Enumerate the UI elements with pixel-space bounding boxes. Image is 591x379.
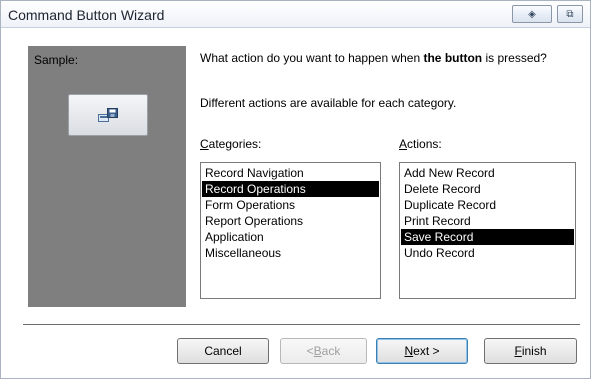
- save-record-icon: [98, 108, 118, 122]
- question-text: What action do you want to happen when t…: [200, 51, 560, 65]
- back-label-accel: B: [313, 344, 322, 358]
- finish-label-rest: inish: [521, 344, 547, 358]
- actions-label: Actions:: [399, 137, 442, 151]
- sample-button-preview: [68, 94, 148, 136]
- category-item-selected[interactable]: Record Operations: [202, 181, 379, 197]
- next-label-accel: N: [404, 344, 414, 358]
- wizard-window: Command Button Wizard ◈ ⧉ Sample: What a…: [0, 0, 591, 379]
- restore-button[interactable]: ⧉: [557, 5, 583, 23]
- restore-icon: ⧉: [566, 8, 574, 20]
- window-title: Command Button Wizard: [8, 7, 165, 23]
- sample-panel: Sample:: [28, 46, 186, 307]
- title-bar[interactable]: Command Button Wizard ◈ ⧉: [1, 1, 590, 28]
- back-label-pre: <: [306, 344, 314, 358]
- category-item[interactable]: Application: [202, 229, 379, 245]
- action-item[interactable]: Delete Record: [401, 181, 574, 197]
- back-label-rest: ack: [321, 344, 341, 358]
- next-label-rest: ext >: [413, 344, 440, 358]
- help-icon: ◈: [528, 8, 536, 20]
- actions-listbox[interactable]: Add New Record Delete Record Duplicate R…: [399, 162, 576, 299]
- action-item[interactable]: Duplicate Record: [401, 197, 574, 213]
- category-item[interactable]: Record Navigation: [202, 165, 379, 181]
- category-item[interactable]: Miscellaneous: [202, 245, 379, 261]
- finish-button[interactable]: Finish: [484, 338, 577, 364]
- actions-label-accel: A: [399, 137, 408, 151]
- action-item-selected[interactable]: Save Record: [401, 229, 574, 245]
- description-text: Different actions are available for each…: [200, 96, 457, 110]
- categories-label: Categories:: [200, 137, 261, 151]
- action-item[interactable]: Undo Record: [401, 245, 574, 261]
- action-item[interactable]: Print Record: [401, 213, 574, 229]
- finish-label-accel: F: [514, 344, 522, 358]
- categories-label-rest: ategories:: [208, 137, 262, 151]
- back-button[interactable]: < Back: [280, 338, 367, 364]
- question-prefix: What action do you want to happen when: [200, 51, 424, 65]
- category-item[interactable]: Report Operations: [202, 213, 379, 229]
- sample-label: Sample:: [34, 53, 79, 67]
- footer-divider: [23, 324, 580, 326]
- question-suffix: is pressed?: [482, 51, 547, 65]
- next-button[interactable]: Next >: [376, 338, 468, 364]
- cancel-button[interactable]: Cancel: [177, 338, 269, 364]
- category-item[interactable]: Form Operations: [202, 197, 379, 213]
- actions-label-rest: ctions:: [407, 137, 442, 151]
- action-item[interactable]: Add New Record: [401, 165, 574, 181]
- categories-listbox[interactable]: Record Navigation Record Operations Form…: [200, 162, 381, 299]
- question-bold: the button: [423, 51, 483, 65]
- categories-label-accel: C: [200, 137, 209, 151]
- help-button[interactable]: ◈: [512, 5, 552, 23]
